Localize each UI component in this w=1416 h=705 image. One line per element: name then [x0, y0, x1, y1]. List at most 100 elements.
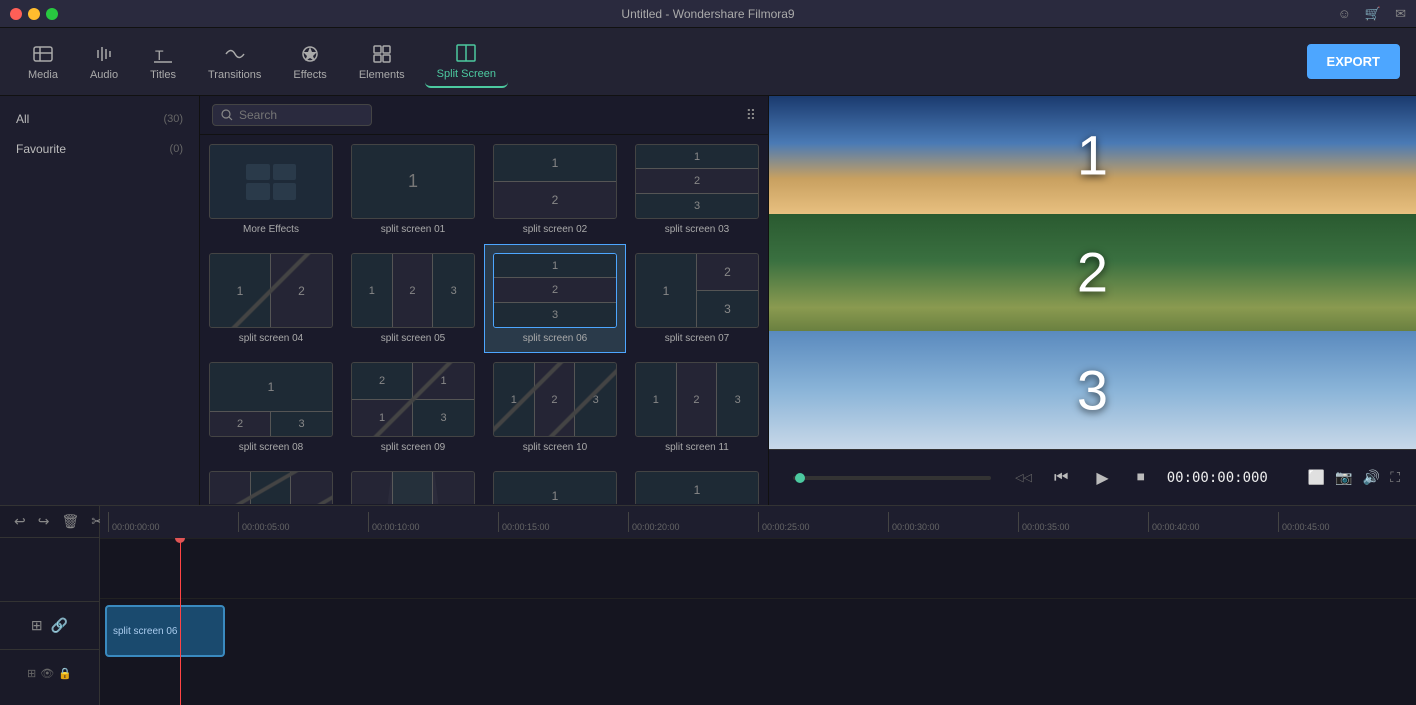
effect-split-04-label: split screen 04 [209, 333, 333, 344]
search-input[interactable] [239, 108, 359, 122]
redo-button[interactable]: ↪ [36, 511, 52, 532]
track-row-2: split screen 06 [100, 598, 1416, 678]
preview-panel-3: 3 [769, 331, 1416, 449]
toolbar-item-elements[interactable]: Elements [347, 37, 417, 87]
toolbar-label-effects: Effects [293, 69, 326, 81]
toolbar-item-titles[interactable]: T Titles [138, 37, 188, 87]
effect-split-01-label: split screen 01 [351, 224, 475, 235]
timeline: ↩ ↪ 🗑 ✂ ⏱ ⚙ 00:00:00:00 00:00:05:00 00:0… [0, 505, 1416, 705]
effect-split-14[interactable]: 1 2 3 4 split screen 14 [484, 462, 626, 504]
ruler-mark-9: 00:00:45:00 [1278, 512, 1408, 532]
volume-icon[interactable]: 🔊 [1363, 469, 1380, 486]
sidebar-item-all[interactable]: All (30) [0, 104, 199, 134]
lock-icon: 🔒 [58, 667, 72, 680]
stop-button[interactable]: ⏹ [1131, 465, 1151, 491]
effect-more-effects[interactable]: More Effects [200, 135, 342, 244]
effect-split-09[interactable]: 2 1 1 3 split screen 09 [342, 353, 484, 462]
effect-split-03[interactable]: 1 2 3 split screen 03 [626, 135, 768, 244]
effect-split-10[interactable]: 1 2 3 split screen 10 [484, 353, 626, 462]
ruler-mark-0: 00:00:00:00 [108, 512, 238, 532]
ruler-mark-7: 00:00:35:00 [1018, 512, 1148, 532]
timeline-tracks: split screen 06 [100, 538, 1416, 705]
effect-split-08-label: split screen 08 [209, 442, 333, 453]
effect-split-10-label: split screen 10 [493, 442, 617, 453]
effect-split-07[interactable]: 1 2 3 split screen 07 [626, 244, 768, 353]
effect-more-effects-label: More Effects [209, 224, 333, 235]
effect-split-01[interactable]: 1 split screen 01 [342, 135, 484, 244]
ruler-mark-5: 00:00:25:00 [758, 512, 888, 532]
fullscreen-icon[interactable]: ⛶ [1390, 469, 1400, 486]
toolbar-label-audio: Audio [90, 69, 118, 81]
preview-area: 1 2 3 ◁◁ ⏮ ▶ ⏹ 00:00:00:000 ⬜ 📷 🔊 [768, 96, 1416, 505]
effect-split-05[interactable]: 1 2 3 split screen 05 [342, 244, 484, 353]
user-icon: ☺ [1338, 6, 1351, 22]
progress-indicator [795, 473, 805, 483]
ruler-mark-3: 00:00:15:00 [498, 512, 628, 532]
ruler-mark-1: 00:00:05:00 [238, 512, 368, 532]
camera-icon[interactable]: 📷 [1335, 469, 1352, 486]
preview-action-icons: ⬜ 📷 🔊 ⛶ [1308, 469, 1400, 486]
grid-icon: ⊞ [27, 667, 36, 680]
toolbar-label-split-screen: Split Screen [437, 68, 496, 80]
effect-split-04[interactable]: 1 2 split screen 04 [200, 244, 342, 353]
screen-icon[interactable]: ⬜ [1308, 469, 1325, 486]
effect-split-05-label: split screen 05 [351, 333, 475, 344]
timeline-clip-label: split screen 06 [113, 626, 177, 637]
effect-split-02[interactable]: 1 2 split screen 02 [484, 135, 626, 244]
search-box[interactable] [212, 104, 372, 126]
timeline-body: ⊞ 🔗 ⊞ 👁 🔒 split screen 06 [0, 538, 1416, 705]
sidebar-all-label: All [16, 112, 29, 126]
effect-split-11-label: split screen 11 [635, 442, 759, 453]
track-controls-row: ⊞ 👁 🔒 [0, 649, 99, 697]
toolbar-item-media[interactable]: Media [16, 37, 70, 87]
toolbar-item-audio[interactable]: Audio [78, 37, 130, 87]
effect-split-13[interactable]: 2 1 3 split screen 13 [342, 462, 484, 504]
effect-split-06-label: split screen 06 [493, 333, 617, 344]
toolbar-item-effects[interactable]: Effects [281, 37, 338, 87]
preview-panel-2: 2 [769, 214, 1416, 332]
ruler-mark-6: 00:00:30:00 [888, 512, 1018, 532]
effect-split-06[interactable]: 1 2 3 split screen 06 [484, 244, 626, 353]
toolbar-label-media: Media [28, 69, 58, 81]
main-toolbar: Media Audio T Titles Transitions Effects… [0, 28, 1416, 96]
timeline-clip-split06[interactable]: split screen 06 [105, 605, 225, 657]
ruler-mark-4: 00:00:20:00 [628, 512, 758, 532]
sidebar-favourite-label: Favourite [16, 142, 66, 156]
toolbar-item-transitions[interactable]: Transitions [196, 37, 273, 87]
effect-split-08[interactable]: 1 2 3 split screen 08 [200, 353, 342, 462]
effects-content: ⠿ More Effects [200, 96, 768, 505]
effect-split-15[interactable]: 1 2 3 4 split screen 15 [626, 462, 768, 504]
timecode: 00:00:00:000 [1167, 470, 1268, 486]
close-button[interactable] [10, 8, 22, 20]
svg-text:T: T [155, 47, 164, 63]
rewind-button[interactable]: ⏮ [1048, 465, 1074, 491]
play-button[interactable]: ▶ [1090, 464, 1114, 492]
effect-split-11[interactable]: 1 2 3 split screen 11 [626, 353, 768, 462]
toolbar-label-titles: Titles [150, 69, 176, 81]
sidebar-item-favourite[interactable]: Favourite (0) [0, 134, 199, 164]
grid-layout-icon[interactable]: ⠿ [746, 107, 756, 124]
link-button[interactable]: 🔗 [49, 615, 70, 636]
effect-split-09-label: split screen 09 [351, 442, 475, 453]
minimize-button[interactable] [28, 8, 40, 20]
add-track-button[interactable]: ⊞ [29, 615, 45, 636]
playhead [180, 538, 181, 705]
track-row-1 [100, 538, 1416, 598]
preview-panel-1: 1 [769, 96, 1416, 214]
fullscreen-button[interactable] [46, 8, 58, 20]
cart-icon: 🛒 [1365, 6, 1381, 22]
undo-button[interactable]: ↩ [12, 511, 28, 532]
delete-button[interactable]: 🗑 [59, 511, 81, 532]
main-area: All (30) Favourite (0) ⠿ [0, 96, 1416, 505]
effect-split-12[interactable]: 2 1 3 split screen 12 [200, 462, 342, 504]
preview-panel-2-number: 2 [1077, 240, 1108, 305]
ruler-marks: 00:00:00:00 00:00:05:00 00:00:10:00 00:0… [108, 512, 1408, 532]
effect-split-03-label: split screen 03 [635, 224, 759, 235]
timeline-header: ↩ ↪ 🗑 ✂ ⏱ ⚙ 00:00:00:00 00:00:05:00 00:0… [0, 506, 1416, 538]
ruler-mark-8: 00:00:40:00 [1148, 512, 1278, 532]
export-button[interactable]: EXPORT [1307, 44, 1400, 79]
content-header: ⠿ [200, 96, 768, 135]
progress-bar[interactable] [793, 476, 991, 480]
toolbar-item-split-screen[interactable]: Split Screen [425, 36, 508, 88]
tracks-header: ⊞ 🔗 ⊞ 👁 🔒 [0, 538, 100, 705]
